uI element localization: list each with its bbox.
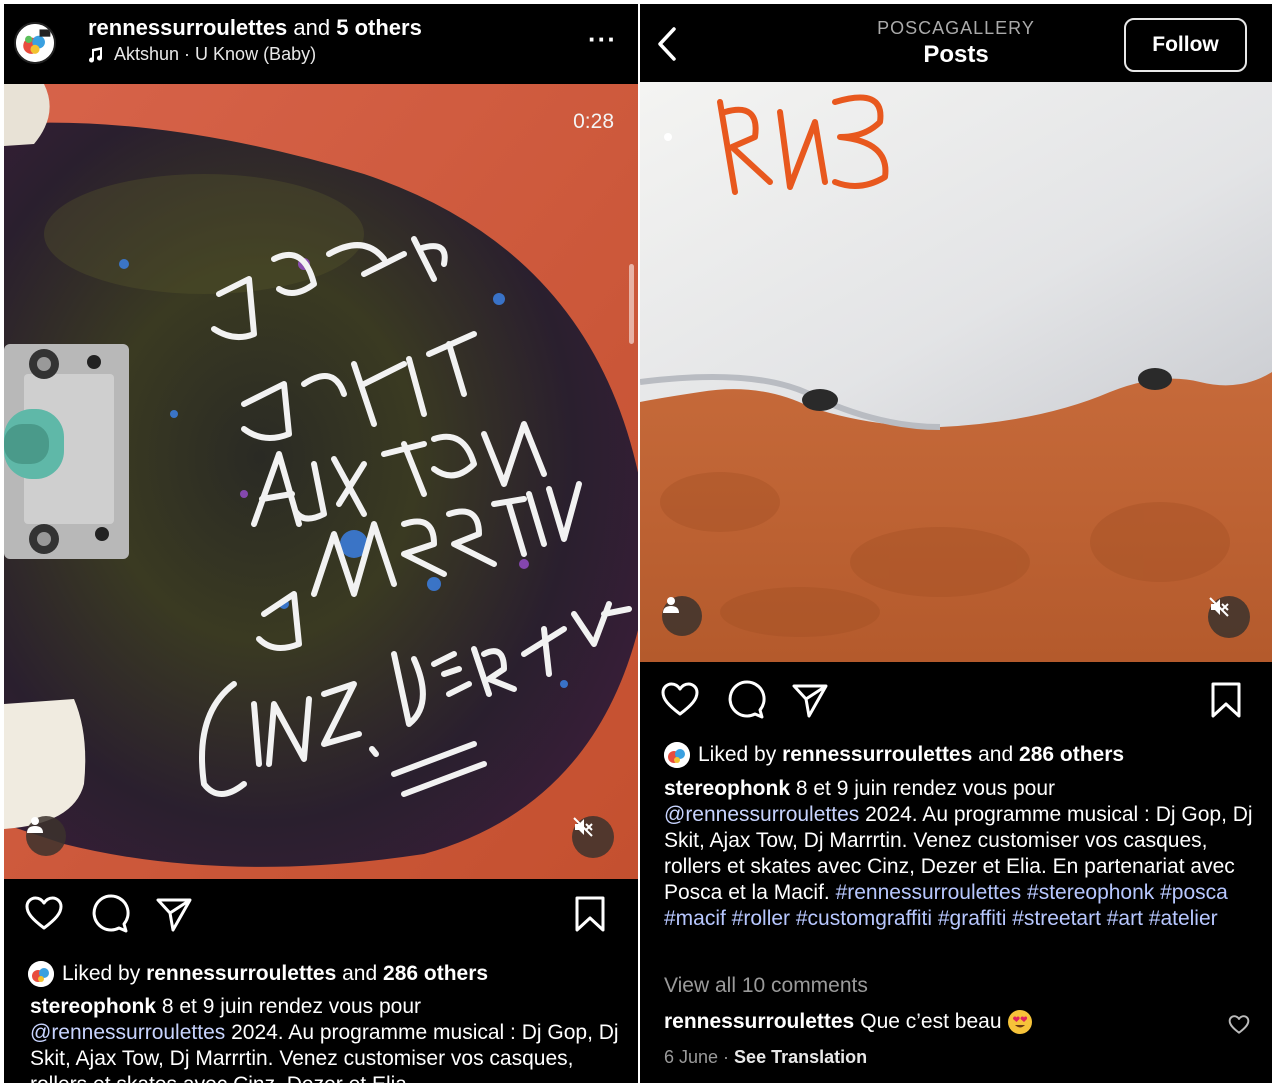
likes-summary[interactable]: Liked by rennessurroulettes and 286 othe…	[28, 961, 488, 987]
likes-summary[interactable]: Liked by rennessurroulettes and 286 othe…	[664, 742, 1124, 768]
collab-connector: and	[287, 15, 337, 40]
video-timer: 0:28	[573, 110, 614, 133]
caption-text: 8 et 9 juin rendez vous pour	[790, 777, 1056, 800]
see-translation-link[interactable]: See Translation	[734, 1047, 867, 1067]
speaker-muted-icon	[573, 817, 593, 837]
post-actions	[4, 884, 638, 944]
like-button[interactable]	[24, 894, 64, 934]
comment-icon	[92, 894, 130, 933]
music-note-icon	[89, 46, 103, 63]
comment-button[interactable]	[90, 894, 130, 934]
tagged-users-button[interactable]	[26, 816, 66, 856]
person-icon	[27, 817, 43, 833]
caption-author[interactable]: stereophonk	[30, 995, 156, 1018]
mute-button[interactable]	[572, 816, 614, 858]
view-all-comments-link[interactable]: View all 10 comments	[664, 974, 868, 998]
comment-meta: 6 June · See Translation	[664, 1047, 867, 1068]
liker-avatar	[664, 742, 690, 768]
person-icon	[663, 597, 679, 613]
comment-row: rennessurroulettes Que c’est beau	[664, 1010, 1032, 1034]
bookmark-icon	[575, 896, 605, 932]
post-caption: stereophonk 8 et 9 juin rendez vous pour…	[30, 994, 620, 1083]
scroll-indicator	[629, 264, 634, 344]
more-options-button[interactable]: ···	[588, 24, 617, 55]
tagged-users-button[interactable]	[662, 596, 702, 636]
heart-icon	[1228, 1015, 1250, 1034]
save-button[interactable]	[1206, 680, 1246, 720]
heart-eyes-emoji-icon	[1007, 1010, 1032, 1034]
mute-button[interactable]	[1208, 596, 1250, 638]
post-video[interactable]	[640, 82, 1272, 662]
meta-separator: ·	[718, 1047, 735, 1067]
share-button[interactable]	[154, 894, 194, 934]
send-icon	[792, 684, 828, 718]
post-video[interactable]: 0:28	[4, 84, 638, 879]
post-caption: stereophonk 8 et 9 juin rendez vous pour…	[664, 776, 1254, 932]
caption-mention[interactable]: @rennessurroulettes	[30, 1021, 225, 1044]
post-actions	[640, 670, 1272, 730]
avatar[interactable]	[14, 22, 56, 64]
send-icon	[156, 898, 192, 932]
comment-text: Que c’est beau	[860, 1010, 1002, 1033]
comment-date: 6 June	[664, 1047, 719, 1067]
helmet-image	[640, 82, 1272, 662]
like-button[interactable]	[660, 680, 700, 720]
skateboard-image	[4, 84, 638, 879]
speaker-muted-icon	[1209, 597, 1229, 617]
likes-text: Liked by rennessurroulettes and 286 othe…	[62, 962, 489, 985]
collab-others[interactable]: 5 others	[336, 15, 422, 40]
comment-like-button[interactable]	[1228, 1014, 1250, 1041]
caption-author[interactable]: stereophonk	[664, 777, 790, 800]
post-author[interactable]: rennessurroulettes and 5 others	[88, 15, 422, 41]
posts-header: POSCAGALLERY Posts Follow	[640, 4, 1272, 82]
right-post-panel: POSCAGALLERY Posts Follow Liked by renne…	[640, 4, 1272, 1083]
save-button[interactable]	[570, 894, 610, 934]
follow-button[interactable]: Follow	[1124, 18, 1247, 72]
comment-author[interactable]: rennessurroulettes	[664, 1010, 854, 1034]
liker-avatar	[28, 961, 54, 987]
music-info[interactable]: Aktshun · U Know (Baby)	[88, 44, 316, 65]
likes-text: Liked by rennessurroulettes and 286 othe…	[698, 743, 1125, 766]
comment-icon	[728, 680, 766, 719]
comment-button[interactable]	[726, 680, 766, 720]
caption-text: 8 et 9 juin rendez vous pour	[156, 995, 422, 1018]
heart-icon	[661, 682, 699, 716]
music-label: Aktshun · U Know (Baby)	[114, 44, 317, 64]
heart-icon	[25, 896, 63, 930]
left-post-panel: rennessurroulettes and 5 others Aktshun …	[4, 4, 638, 1083]
bookmark-icon	[1211, 682, 1241, 718]
author-username[interactable]: rennessurroulettes	[88, 15, 287, 40]
post-header: rennessurroulettes and 5 others Aktshun …	[4, 4, 638, 84]
share-button[interactable]	[790, 680, 830, 720]
caption-mention[interactable]: @rennessurroulettes	[664, 803, 859, 826]
